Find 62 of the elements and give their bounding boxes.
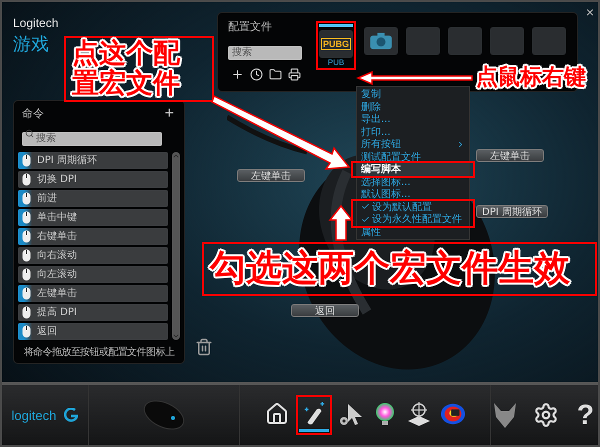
settings-icon[interactable]: [532, 402, 559, 428]
search-field[interactable]: 搜索: [228, 46, 302, 60]
mouse-button-label[interactable]: 左键单击: [476, 149, 544, 162]
command-item[interactable]: 左键单击: [18, 284, 168, 302]
command-item[interactable]: 前进: [18, 190, 168, 206]
command-item[interactable]: 提高 DPI: [18, 304, 168, 320]
annotation-text: 点这个配置宏文件: [72, 39, 182, 99]
annotation-text: 勾选这两个宏文件生效: [210, 249, 570, 289]
mouse-button-label[interactable]: 返回: [291, 304, 359, 317]
search-icon: [25, 129, 34, 138]
folder-icon[interactable]: [269, 68, 282, 80]
command-item[interactable]: DPI 周期循环: [18, 152, 168, 168]
profile-label: PUB: [328, 58, 344, 67]
mouse-button-label[interactable]: DPI 周期循环: [476, 205, 548, 218]
mouse-icon: [22, 210, 31, 224]
trash-icon[interactable]: [195, 338, 213, 356]
home-icon: [264, 402, 289, 426]
clock-icon[interactable]: [250, 68, 263, 80]
app-title: 游戏: [13, 33, 49, 56]
printer-icon[interactable]: [288, 68, 301, 80]
scrollbar[interactable]: [172, 152, 180, 340]
brand-label: Logitech: [13, 16, 58, 30]
panel-title: 命令: [22, 106, 44, 121]
mouse-icon: [22, 324, 31, 338]
command-item[interactable]: 向左滚动: [18, 266, 168, 282]
mouse-button-label[interactable]: 左键单击: [237, 169, 305, 182]
add-command-button[interactable]: +: [162, 106, 176, 122]
help-button[interactable]: ?: [572, 399, 598, 431]
menu-item[interactable]: 默认图标...: [357, 188, 469, 200]
camera-icon: [369, 32, 393, 50]
annotation-text: 点鼠标右键: [476, 66, 586, 90]
mouse-icon: [22, 306, 31, 318]
menu-item[interactable]: 设为永久性配置文件: [357, 213, 469, 226]
game-logo: PUBG: [320, 38, 351, 50]
command-item[interactable]: 返回: [18, 322, 168, 340]
command-item[interactable]: 向右滚动: [18, 246, 168, 264]
command-item[interactable]: 切换 DPI: [18, 170, 168, 188]
menu-item[interactable]: 复制: [357, 88, 469, 100]
command-item[interactable]: 单击中键: [18, 208, 168, 226]
add-icon[interactable]: [231, 68, 244, 80]
g-logo-icon: [64, 408, 78, 422]
menu-item[interactable]: 测试配置文件: [357, 150, 469, 163]
mouse-icon: [22, 268, 31, 280]
surface-crosshair-icon: [406, 400, 432, 426]
command-item[interactable]: 右键单击: [18, 228, 168, 244]
mouse-icon: [22, 192, 31, 204]
mouse-icon: [22, 230, 31, 242]
mouse-icon: [22, 172, 31, 186]
mouse-icon: [22, 248, 31, 262]
panel-title: 配置文件: [228, 19, 272, 34]
menu-item[interactable]: 打印...: [357, 126, 469, 138]
mouse-icon: [22, 154, 31, 166]
logo-text: logitech: [12, 408, 56, 422]
close-button[interactable]: ×: [586, 4, 594, 20]
menu-item[interactable]: 导出...: [357, 113, 469, 126]
menu-item[interactable]: 设为默认配置: [357, 200, 469, 213]
search-field[interactable]: 搜索: [22, 132, 162, 146]
menu-item[interactable]: 删除: [357, 100, 469, 113]
menu-item[interactable]: 所有按钮: [357, 138, 469, 150]
hint-text: 将命令拖放至按钮或配置文件图标上: [22, 346, 176, 358]
mouse-icon: [22, 286, 31, 300]
menu-item[interactable]: 编写脚本: [357, 163, 469, 176]
